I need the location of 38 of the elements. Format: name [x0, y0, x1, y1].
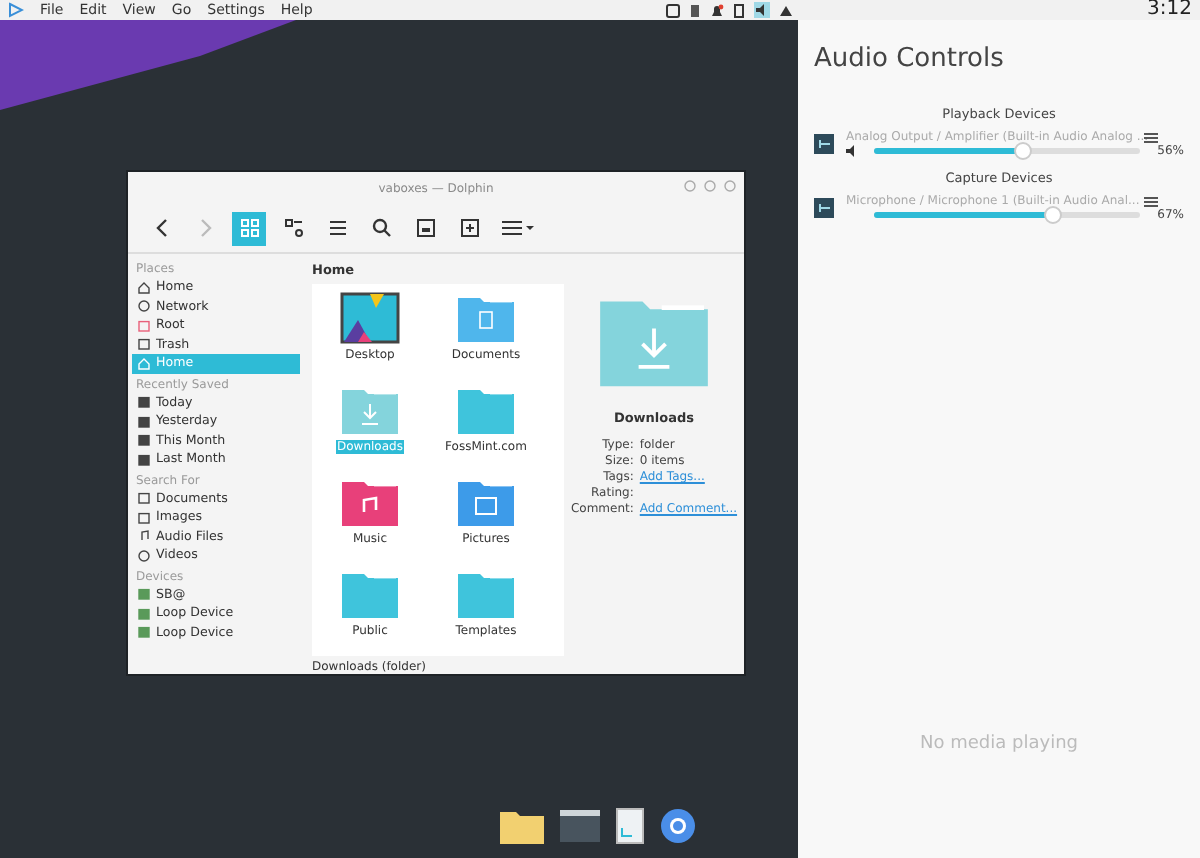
plus-square-icon — [459, 218, 479, 238]
list-icon — [327, 218, 347, 238]
wallpaper-thumbnail-icon — [340, 292, 400, 344]
menu-icon[interactable] — [1144, 131, 1158, 143]
grid-icon — [239, 218, 259, 238]
speaker-icon[interactable] — [754, 2, 771, 18]
music-note-icon — [138, 530, 150, 543]
search-icon — [371, 218, 391, 238]
volume-slider[interactable] — [874, 212, 1140, 218]
play-circle-icon — [138, 549, 150, 562]
document-folder-icon — [456, 292, 516, 344]
play-logo-icon[interactable] — [8, 2, 24, 18]
status-message: No media playing — [918, 734, 1080, 754]
home-icon — [138, 357, 150, 370]
volume-slider[interactable] — [874, 148, 1140, 154]
chevron-right-icon — [197, 218, 213, 238]
menu-icon — [500, 218, 536, 238]
device-icon — [814, 198, 834, 218]
home-icon — [138, 281, 150, 294]
up-arrow-icon[interactable] — [780, 5, 793, 15]
panel-title: Audio Controls — [814, 44, 1006, 74]
slider-thumb[interactable] — [1044, 206, 1063, 224]
slider-thumb[interactable] — [1014, 142, 1033, 160]
chevron-left-icon — [153, 218, 169, 238]
bell-icon[interactable] — [710, 3, 725, 17]
tray-icon[interactable] — [666, 3, 681, 17]
music-folder-icon — [340, 476, 400, 528]
browser-icon[interactable] — [660, 808, 696, 844]
clipboard-icon[interactable] — [734, 3, 745, 17]
tree-icon — [283, 218, 303, 238]
terminal-icon[interactable] — [560, 810, 600, 842]
speaker-icon[interactable] — [846, 144, 860, 158]
image-folder-icon — [456, 476, 516, 528]
device-icon — [814, 134, 834, 154]
network-icon — [138, 300, 150, 313]
download-folder-icon — [340, 384, 400, 436]
battery-icon[interactable] — [690, 3, 701, 17]
menu-icon[interactable] — [1144, 195, 1158, 207]
